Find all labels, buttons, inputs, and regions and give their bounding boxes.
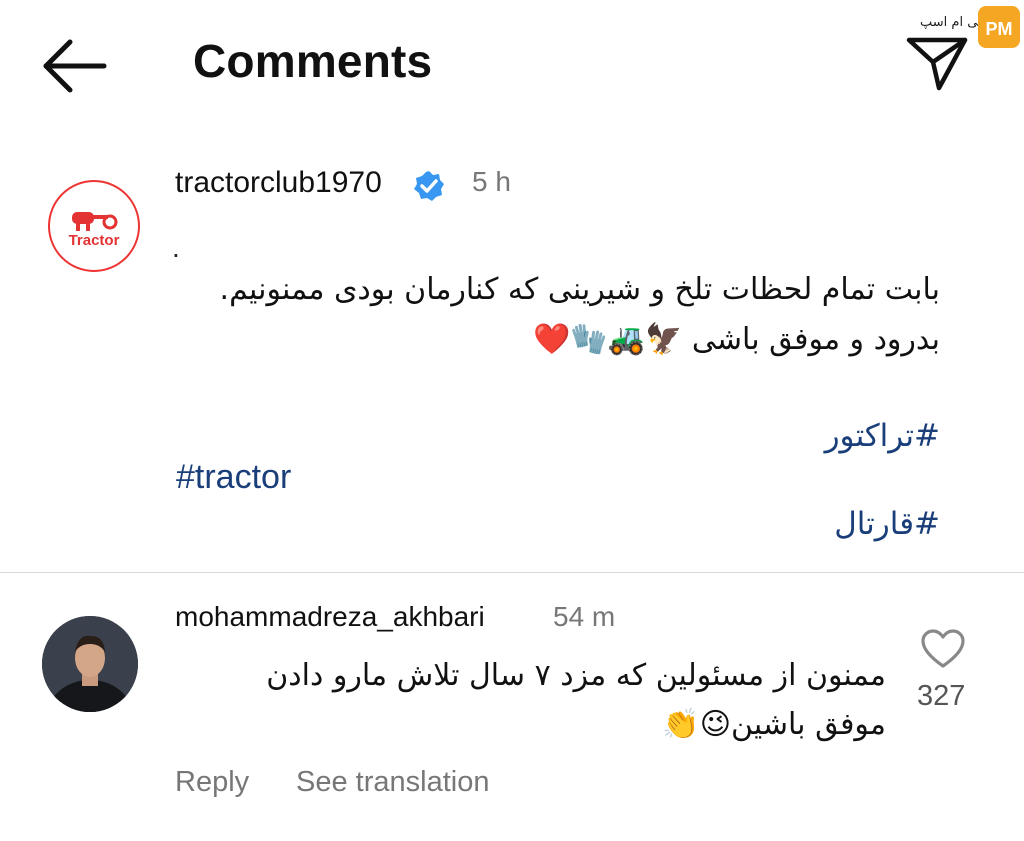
comment-avatar[interactable]: [42, 616, 138, 712]
post-avatar[interactable]: Tractor: [48, 180, 140, 272]
reply-button[interactable]: Reply: [175, 766, 249, 799]
post-username[interactable]: tractorclub1970: [175, 166, 382, 200]
comment-time: 54 m: [553, 601, 616, 632]
hashtag-gartal[interactable]: #قارتال: [834, 506, 940, 542]
watermark-text: پی ام اسپ: [920, 15, 982, 30]
post-time: 5 h: [472, 166, 511, 197]
tractor-logo-icon: Tractor: [69, 212, 120, 249]
heart-icon: [921, 629, 965, 668]
divider: [0, 572, 1024, 573]
share-button[interactable]: [905, 34, 969, 92]
like-button[interactable]: [920, 628, 966, 670]
send-icon: [906, 37, 968, 91]
user-photo-icon: [42, 616, 138, 712]
verified-badge-icon: [413, 170, 445, 202]
comment-text-line-2: موفق باشین😉👏: [662, 707, 886, 742]
page-title: Comments: [193, 35, 433, 87]
comment-text: موفق باشین: [731, 707, 886, 742]
post-caption-text: بدرود و موفق باشی: [682, 322, 940, 357]
back-button[interactable]: [40, 38, 110, 94]
post-dot: .: [172, 232, 180, 263]
comment-emojis: 😉👏: [662, 707, 732, 742]
post-caption-line-1: بابت تمام لحظات تلخ و شیرینی که کنارمان …: [219, 272, 940, 307]
hashtag-tractor-fa[interactable]: #تراکتور: [825, 418, 940, 454]
post-emojis: 🦅🚜🧤❤️: [532, 322, 683, 357]
arrow-left-icon: [43, 39, 107, 93]
post-caption-line-2: بدرود و موفق باشی 🦅🚜🧤❤️: [533, 322, 940, 357]
like-count: 327: [917, 680, 966, 712]
comment-text-line-1: ممنون از مسئولین که مزد ۷ سال تلاش مارو …: [266, 658, 886, 693]
avatar-brand-text: Tractor: [69, 232, 120, 249]
comment-username[interactable]: mohammadreza_akhbari: [175, 601, 485, 633]
hashtag-tractor[interactable]: #tractor: [176, 458, 291, 497]
see-translation-button[interactable]: See translation: [296, 766, 489, 799]
watermark-logo-text: PM: [986, 19, 1013, 39]
